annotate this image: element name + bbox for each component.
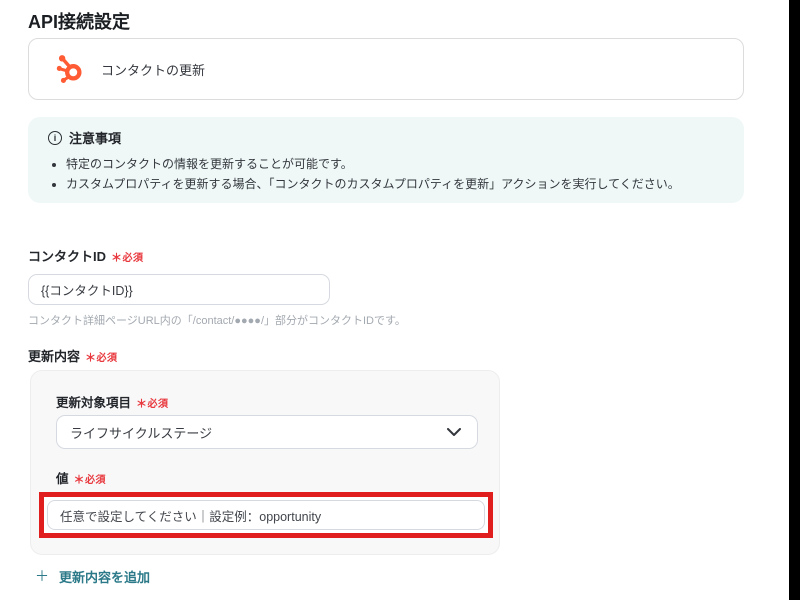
right-crop-strip	[789, 0, 800, 600]
action-card-label: コンタクトの更新	[101, 62, 206, 78]
target-field-label: 更新対象項目	[56, 396, 132, 410]
required-badge: ＊必須	[111, 252, 144, 264]
contact-id-label: コンタクトID	[28, 249, 107, 264]
required-badge: ＊必須	[85, 352, 118, 364]
required-badge: ＊必須	[136, 398, 169, 410]
plus-icon: ＋	[35, 568, 49, 584]
action-card[interactable]: コンタクトの更新	[28, 38, 744, 100]
update-section-label-row: 更新内容 ＊必須	[28, 346, 118, 365]
notice-item: カスタムプロパティを更新する場合、「コンタクトのカスタムプロパティを更新」アクシ…	[66, 174, 724, 194]
target-field-selected-value: ライフサイクルステージ	[70, 425, 213, 441]
highlight-annotation	[39, 492, 493, 538]
notice-title: 注意事項	[69, 131, 122, 146]
add-update-content-link[interactable]: ＋ 更新内容を追加	[35, 566, 150, 586]
page-title: API接続設定	[28, 12, 131, 32]
hubspot-icon	[56, 55, 82, 83]
add-update-content-label: 更新内容を追加	[59, 569, 151, 585]
chevron-down-icon	[447, 428, 461, 436]
notice-item: 特定のコンタクトの情報を更新することが可能です。	[66, 154, 724, 174]
required-badge: ＊必須	[73, 474, 107, 486]
value-field-label: 値	[56, 472, 69, 486]
info-icon: i	[48, 130, 62, 145]
notice-header: i 注意事項	[48, 128, 724, 147]
notice-list: 特定のコンタクトの情報を更新することが可能です。 カスタムプロパティを更新する場…	[50, 154, 724, 195]
contact-id-field-block: コンタクトID ＊必須 コンタクト詳細ページURL内の「/contact/●●●…	[28, 246, 448, 328]
target-field-label-row: 更新対象項目 ＊必須	[56, 392, 169, 411]
notice-box: i 注意事項 特定のコンタクトの情報を更新することが可能です。 カスタムプロパテ…	[28, 117, 744, 203]
value-field-label-row: 値 ＊必須	[56, 468, 106, 487]
value-input[interactable]	[47, 500, 485, 530]
update-section-label: 更新内容	[28, 349, 81, 364]
target-field-select[interactable]: ライフサイクルステージ	[56, 415, 478, 449]
update-content-panel: 更新対象項目 ＊必須 ライフサイクルステージ 値 ＊必須	[30, 370, 500, 555]
contact-id-helper-text: コンタクト詳細ページURL内の「/contact/●●●●/」部分がコンタクトI…	[28, 315, 406, 327]
contact-id-input[interactable]	[28, 274, 330, 305]
